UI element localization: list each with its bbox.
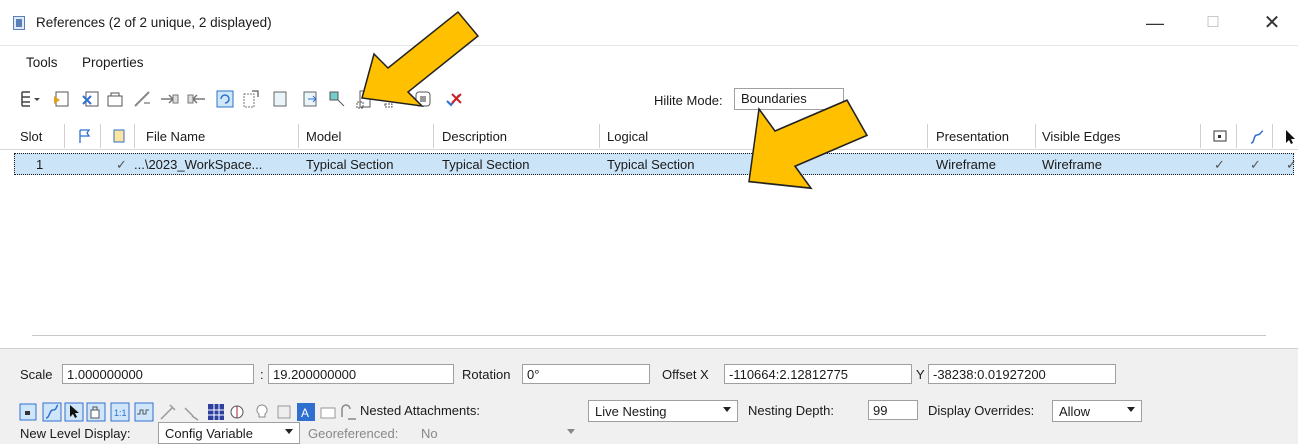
hilite-mode-label: Hilite Mode: [654,93,723,108]
tree-view-icon[interactable] [18,88,40,110]
display-overrides-label: Display Overrides: [928,403,1035,418]
close-button[interactable]: ✕ [1249,8,1295,38]
nested-attachments-select[interactable]: Live Nesting [588,400,738,422]
rotate-reference-icon[interactable] [214,88,236,110]
new-level-display-label: New Level Display: [20,426,131,441]
references-grid: 1 ✓ ...\2023_WorkSpace... Typical Sectio… [0,152,1298,332]
true-scale-icon[interactable]: 1:1 [110,402,130,422]
row-file-status-check: ✓ [116,157,127,172]
column-slot[interactable]: Slot [20,129,42,144]
ignore-attachment-icon[interactable] [158,402,178,422]
detach-all-icon[interactable] [442,88,464,110]
file-status-icon[interactable] [112,129,126,143]
svg-text:1:1: 1:1 [114,408,127,418]
snap-column-icon[interactable] [1249,129,1265,145]
maximize-button[interactable]: ☐ [1190,8,1236,38]
nesting-depth-field[interactable]: 99 [868,400,918,420]
mirror-horizontal-icon[interactable] [270,88,292,110]
scale-label: Scale [20,367,53,382]
column-presentation[interactable]: Presentation [936,129,1009,144]
scale-ratio-field[interactable]: 19.200000000 [268,364,454,384]
scale-reference-icon[interactable] [240,88,262,110]
horizontal-splitter[interactable] [32,335,1266,336]
offset-x-label: Offset X [662,367,709,382]
treat-as-element-icon[interactable] [182,402,202,422]
flag-icon[interactable] [78,129,92,143]
column-file-name[interactable]: File Name [146,129,205,144]
nested-attachments-label: Nested Attachments: [360,403,480,418]
window-title: References (2 of 2 unique, 2 displayed) [36,15,272,30]
row-locate-check[interactable]: ✓ [1286,157,1296,173]
hilite-mode-select[interactable]: Boundaries [734,88,844,110]
exchange-reference-icon[interactable] [132,88,154,110]
rotation-field[interactable]: 0° [522,364,650,384]
display-raster-icon[interactable] [318,402,338,422]
row-logical: Typical Section [607,157,695,172]
display-column-icon[interactable] [1213,129,1227,143]
column-logical[interactable]: Logical [607,129,648,144]
offset-y-field[interactable]: -38238:0.01927200 [928,364,1116,384]
raster-icon[interactable] [206,402,226,422]
scale-field[interactable]: 1.000000000 [62,364,254,384]
locate-column-icon[interactable] [1284,129,1296,145]
lock-toggle-icon[interactable] [86,402,106,422]
row-presentation: Wireframe [936,157,996,172]
scale-line-styles-icon[interactable] [134,402,154,422]
clip-boundary-icon[interactable] [326,88,348,110]
attach-reference-icon[interactable] [52,88,74,110]
column-model[interactable]: Model [306,129,341,144]
snap-toggle-icon[interactable] [42,402,62,422]
menu-tools[interactable]: Tools [26,55,58,70]
references-toolbar: Hilite Mode: Boundaries [0,84,1298,114]
offset-y-label: Y [916,367,925,382]
detach-reference-icon[interactable] [80,88,102,110]
chevron-down-icon [1127,407,1135,412]
ignore-level-icon[interactable] [274,402,294,422]
move-reference-icon[interactable] [158,88,180,110]
rotation-label: Rotation [462,367,511,382]
minimize-button[interactable]: — [1132,8,1178,38]
references-window-icon [13,16,25,30]
display-toggle-icon[interactable] [18,402,38,422]
chevron-down-icon [723,407,731,412]
references-grid-header: Slot File Name Model Description Logical… [0,122,1298,150]
nesting-depth-label: Nesting Depth: [748,403,834,418]
chevron-down-icon [285,429,293,434]
svg-text:A: A [301,406,309,420]
title-bar: References (2 of 2 unique, 2 displayed) … [0,0,1298,46]
georeferenced-label: Georeferenced: [308,426,399,441]
row-model: Typical Section [306,157,394,172]
row-slot: 1 [36,157,44,172]
reload-reference-icon[interactable] [104,88,126,110]
new-level-display-select[interactable]: Config Variable [158,422,300,444]
row-file-name: ...\2023_WorkSpace... [134,157,263,172]
copy-reference-icon[interactable] [186,88,208,110]
light-bulb-icon[interactable] [252,402,272,422]
nested-link-icon[interactable] [338,402,358,422]
clip-front-icon[interactable] [382,88,404,110]
row-visible-edges: Wireframe [1042,157,1102,172]
mirror-vertical-icon[interactable] [300,88,322,110]
locate-toggle-icon[interactable] [64,402,84,422]
georeferenced-select: No [414,422,582,444]
clip-mask-icon[interactable] [354,88,376,110]
annotation-scale-icon[interactable]: A [296,402,316,422]
menu-properties[interactable]: Properties [82,55,144,70]
cast-shadows-icon[interactable] [228,402,248,422]
chevron-down-icon [567,429,575,434]
row-description: Typical Section [442,157,530,172]
column-description[interactable]: Description [442,129,507,144]
row-display-check[interactable]: ✓ [1214,157,1225,173]
menu-bar: Tools Properties [0,50,1298,76]
display-overrides-select[interactable]: Allow [1052,400,1142,422]
row-snap-check[interactable]: ✓ [1250,157,1261,173]
scale-ratio-separator: : [260,367,264,382]
clip-delete-icon[interactable] [412,88,434,110]
offset-x-field[interactable]: -110664:2.12812775 [724,364,912,384]
column-visible-edges[interactable]: Visible Edges [1042,129,1121,144]
